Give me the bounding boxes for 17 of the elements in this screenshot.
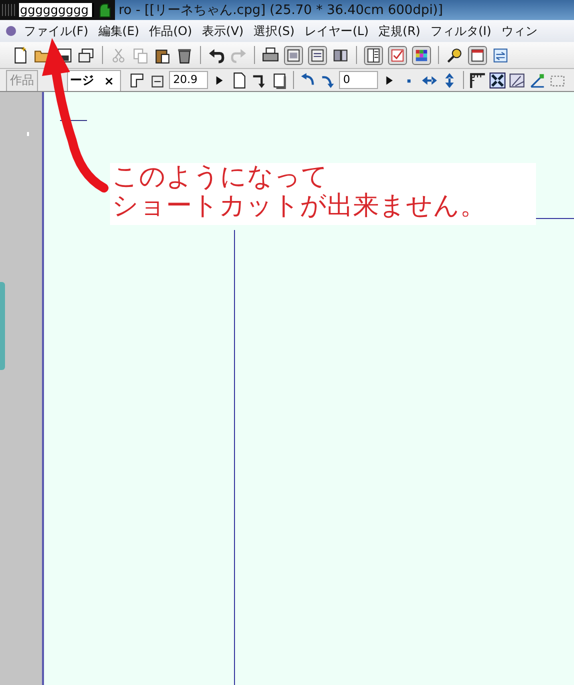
menu-item[interactable]: ファイル(F) [24, 22, 88, 40]
close-button[interactable]: × [104, 74, 114, 88]
input-field[interactable]: ggggggggg [19, 3, 94, 17]
menu-item[interactable]: 編集(E) [98, 22, 140, 40]
input-field[interactable]: 20.9 [169, 71, 208, 89]
annotation-text: このようになって [112, 163, 328, 192]
window-title: ro - [[リーネちゃん.cpg] (25.70 * 36.40cm 600dpi)] [118, 2, 443, 19]
menu-item[interactable]: レイヤー(L) [304, 22, 369, 40]
menu-item[interactable]: 作品(O) [149, 22, 192, 40]
input-field[interactable]: 0 [339, 71, 378, 89]
menu-item[interactable]: 定規(R) [378, 22, 420, 40]
annotation-text: ショートカットが出来ません。 [112, 192, 486, 221]
tab[interactable]: ージ × [67, 70, 122, 90]
menu-item[interactable]: ウィン [501, 22, 538, 40]
menu-item[interactable]: 表示(V) [202, 22, 244, 40]
menu-item[interactable]: 選択(S) [254, 22, 295, 40]
menu-item[interactable]: フィルタ(I) [430, 22, 492, 40]
